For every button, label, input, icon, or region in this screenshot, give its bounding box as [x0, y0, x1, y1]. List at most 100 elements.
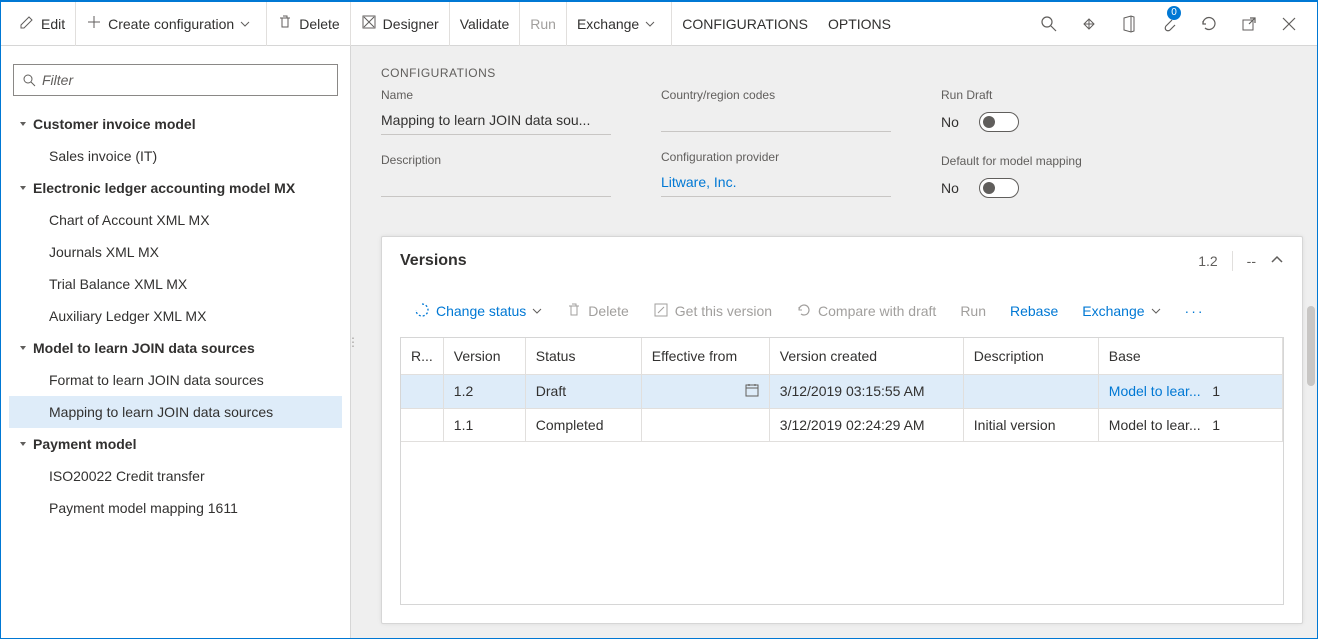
version-delete-button[interactable]: Delete	[554, 295, 640, 327]
run-button[interactable]: Run	[519, 2, 566, 46]
table-row[interactable]: 1.2Draft 3/12/2019 03:15:55 AM Model to le…	[401, 374, 1283, 408]
calendar-icon[interactable]	[745, 383, 759, 400]
search-button[interactable]	[1029, 2, 1069, 46]
compose-icon	[653, 302, 669, 321]
cell-reviewed[interactable]	[401, 408, 443, 441]
cell-status[interactable]: Draft	[525, 374, 641, 408]
designer-button[interactable]: Designer	[350, 2, 449, 46]
version-run-button[interactable]: Run	[948, 295, 998, 327]
cell-status[interactable]: Completed	[525, 408, 641, 441]
office-icon	[1120, 15, 1138, 33]
tree-label: Customer invoice model	[33, 116, 196, 132]
designer-icon	[361, 14, 377, 33]
tree-child[interactable]: ISO20022 Credit transfer	[9, 460, 342, 492]
cell-created[interactable]: 3/12/2019 02:24:29 AM	[769, 408, 963, 441]
configurations-button[interactable]: CONFIGURATIONS	[671, 2, 818, 46]
col-reviewed[interactable]: R...	[401, 338, 443, 374]
chevron-up-icon[interactable]	[1270, 253, 1284, 270]
refresh-button[interactable]	[1189, 2, 1229, 46]
get-version-button[interactable]: Get this version	[641, 295, 784, 327]
base-link[interactable]: Model to lear...	[1109, 383, 1201, 399]
search-icon	[22, 73, 36, 87]
compare-icon	[796, 302, 812, 321]
attachments-button[interactable]: 0	[1149, 2, 1189, 46]
create-config-button[interactable]: Create configuration	[75, 2, 266, 46]
col-description[interactable]: Description	[963, 338, 1098, 374]
tree-child[interactable]: Trial Balance XML MX	[9, 268, 342, 300]
cell-version[interactable]: 1.1	[443, 408, 525, 441]
col-version[interactable]: Version	[443, 338, 525, 374]
tree-label: Chart of Account XML MX	[49, 212, 210, 228]
refresh-icon	[1200, 15, 1218, 33]
compare-button[interactable]: Compare with draft	[784, 295, 948, 327]
options-button[interactable]: OPTIONS	[818, 2, 901, 46]
cell-effective[interactable]	[641, 408, 769, 441]
pencil-icon	[19, 14, 35, 33]
default-mapping-value: No	[941, 180, 959, 196]
office-button[interactable]	[1109, 2, 1149, 46]
trash-icon	[566, 302, 582, 321]
col-base[interactable]: Base	[1098, 338, 1282, 374]
run-draft-toggle[interactable]	[979, 112, 1019, 132]
tree-label: Payment model mapping 1611	[49, 500, 238, 516]
caret-icon	[13, 119, 33, 129]
tree-parent[interactable]: Model to learn JOIN data sources	[9, 332, 342, 364]
left-panel: Filter Customer invoice model Sales invoi…	[1, 46, 351, 638]
tree-parent[interactable]: Payment model	[9, 428, 342, 460]
scrollbar-thumb[interactable]	[1307, 306, 1315, 386]
edit-button[interactable]: Edit	[9, 2, 75, 46]
rebase-button[interactable]: Rebase	[998, 295, 1070, 327]
filter-input[interactable]: Filter	[13, 64, 338, 96]
name-field[interactable]: Mapping to learn JOIN data sou...	[381, 108, 611, 135]
caret-icon	[13, 183, 33, 193]
tree-child[interactable]: Chart of Account XML MX	[9, 204, 342, 236]
tree-label: Electronic ledger accounting model MX	[33, 180, 295, 196]
cell-base[interactable]: Model to lear... 1	[1098, 408, 1282, 441]
provider-field[interactable]: Litware, Inc.	[661, 170, 891, 197]
table-row[interactable]: 1.1Completed 3/12/2019 02:24:29 AMInitial…	[401, 408, 1283, 441]
cell-description[interactable]	[963, 374, 1098, 408]
popout-button[interactable]	[1229, 2, 1269, 46]
tree-child[interactable]: Payment model mapping 1611	[9, 492, 342, 524]
col-effective[interactable]: Effective from	[641, 338, 769, 374]
tree-child[interactable]: Mapping to learn JOIN data sources	[9, 396, 342, 428]
app-window: Edit Create configuration Delete Designe…	[0, 0, 1318, 639]
base-link[interactable]: Model to lear...	[1109, 417, 1201, 433]
cell-effective[interactable]	[641, 374, 769, 408]
tree-child[interactable]: Format to learn JOIN data sources	[9, 364, 342, 396]
country-label: Country/region codes	[661, 88, 891, 102]
splitter-handle[interactable]: ⋮	[351, 335, 359, 349]
cell-version[interactable]: 1.2	[443, 374, 525, 408]
more-button[interactable]: ···	[1173, 295, 1217, 327]
tree-label: Payment model	[33, 436, 136, 452]
delete-button[interactable]: Delete	[266, 2, 349, 46]
tiles-button[interactable]	[1069, 2, 1109, 46]
versions-card: Versions 1.2 -- Change status	[381, 236, 1303, 624]
tree-parent[interactable]: Electronic ledger accounting model MX	[9, 172, 342, 204]
details-fields: Name Mapping to learn JOIN data sou... D…	[351, 84, 1317, 236]
change-status-button[interactable]: Change status	[402, 295, 554, 327]
tree-label: Auxiliary Ledger XML MX	[49, 308, 206, 324]
col-created[interactable]: Version created	[769, 338, 963, 374]
run-draft-value: No	[941, 114, 959, 130]
tree-label: Sales invoice (IT)	[49, 148, 157, 164]
tree-parent[interactable]: Customer invoice model	[9, 108, 342, 140]
versions-header[interactable]: Versions 1.2 --	[382, 237, 1302, 285]
chevron-down-icon	[532, 303, 542, 319]
description-field[interactable]	[381, 173, 611, 197]
col-status[interactable]: Status	[525, 338, 641, 374]
tree-child[interactable]: Journals XML MX	[9, 236, 342, 268]
validate-button[interactable]: Validate	[449, 2, 520, 46]
cell-base[interactable]: Model to lear... 1	[1098, 374, 1282, 408]
version-exchange-button[interactable]: Exchange	[1070, 295, 1172, 327]
chevron-down-icon	[1151, 303, 1161, 319]
cell-description[interactable]: Initial version	[963, 408, 1098, 441]
default-mapping-toggle[interactable]	[979, 178, 1019, 198]
cell-created[interactable]: 3/12/2019 03:15:55 AM	[769, 374, 963, 408]
tree-child[interactable]: Auxiliary Ledger XML MX	[9, 300, 342, 332]
close-button[interactable]	[1269, 2, 1309, 46]
cell-reviewed[interactable]	[401, 374, 443, 408]
exchange-button[interactable]: Exchange	[566, 2, 671, 46]
country-field[interactable]	[661, 108, 891, 132]
tree-child[interactable]: Sales invoice (IT)	[9, 140, 342, 172]
